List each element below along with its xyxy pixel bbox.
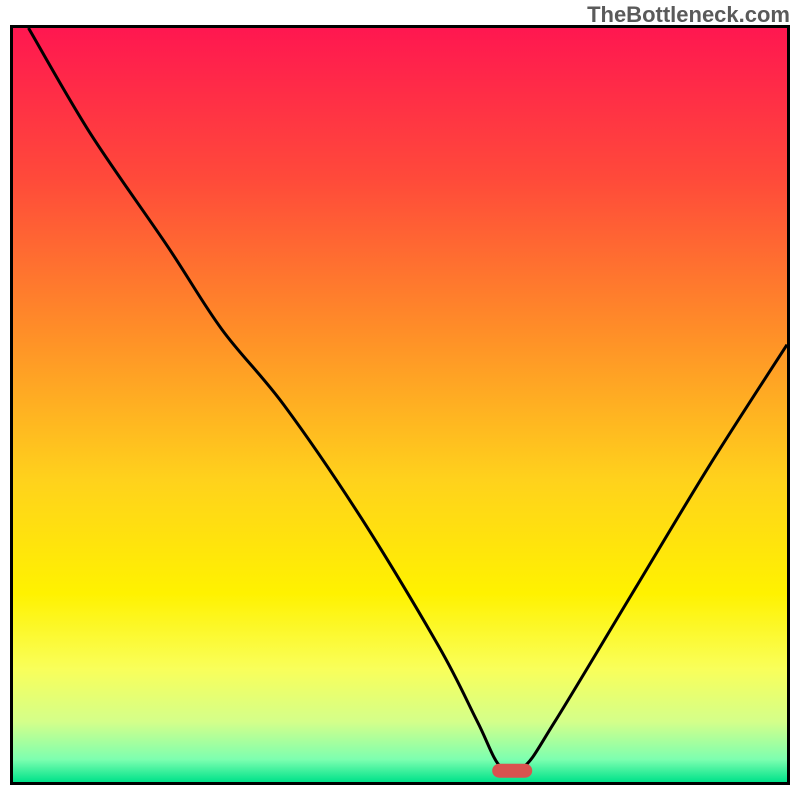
watermark-text: TheBottleneck.com bbox=[587, 2, 790, 28]
chart-container: TheBottleneck.com bbox=[0, 0, 800, 800]
gradient-background bbox=[0, 0, 800, 800]
